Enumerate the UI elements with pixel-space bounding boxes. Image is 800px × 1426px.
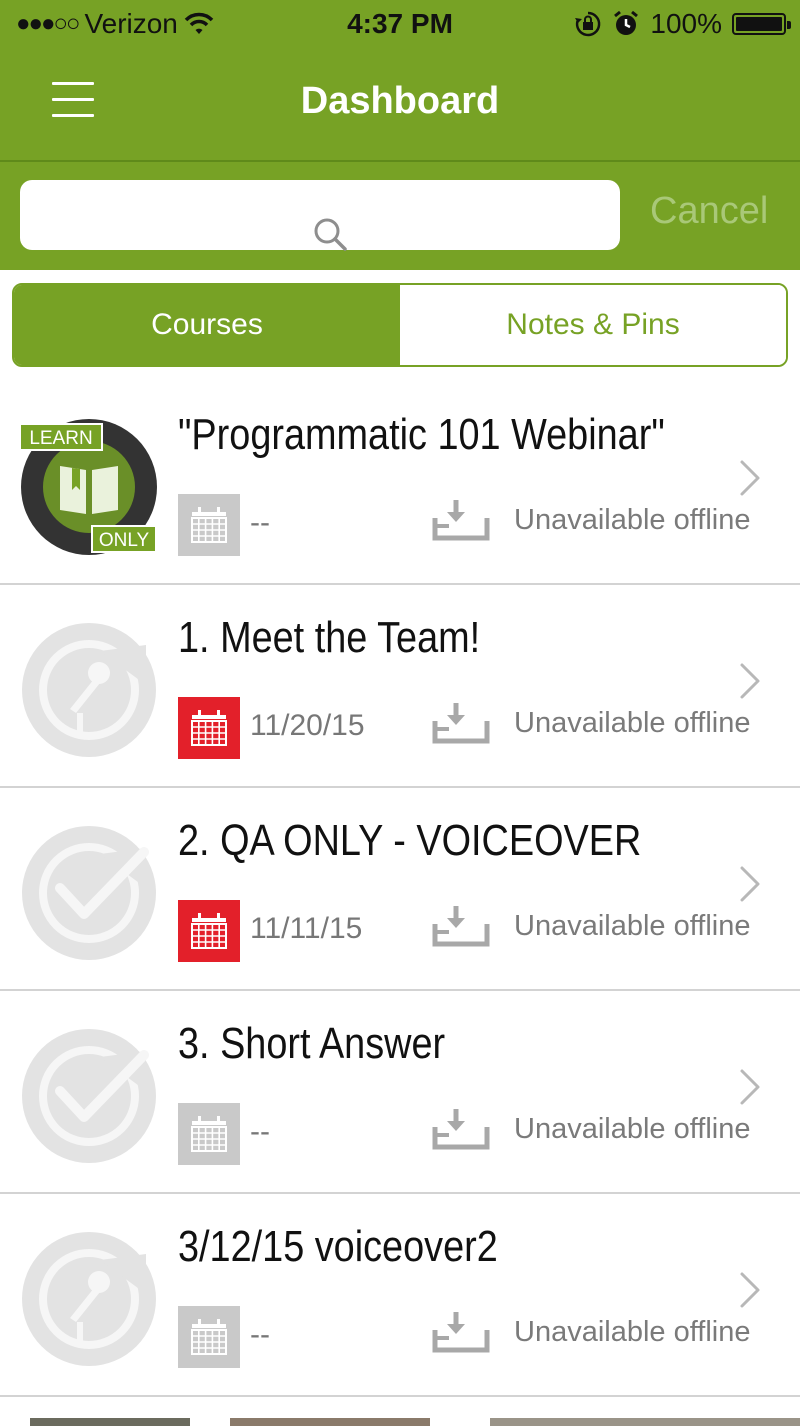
alarm-clock-icon <box>614 10 639 35</box>
download-icon[interactable] <box>432 701 492 745</box>
chevron-right-icon <box>740 1069 760 1105</box>
calendar-icon <box>178 1103 240 1165</box>
next-row-peek <box>0 1418 800 1426</box>
segmented-control: Courses Notes & Pins <box>12 283 788 367</box>
course-title: 3/12/15 voiceover2 <box>178 1222 498 1271</box>
search-icon <box>314 218 347 251</box>
calendar-icon <box>178 1306 240 1368</box>
course-title: 3. Short Answer <box>178 1019 446 1068</box>
chevron-right-icon <box>740 460 760 496</box>
download-icon[interactable] <box>432 1310 492 1354</box>
course-date: -- <box>250 506 270 539</box>
download-icon[interactable] <box>432 498 492 542</box>
list-item[interactable]: 3. Short Answer -- Unavailable offline <box>0 991 800 1194</box>
navigation-bar: Dashboard <box>0 52 800 162</box>
cancel-button[interactable]: Cancel <box>650 190 768 233</box>
course-date: -- <box>250 1318 270 1351</box>
status-bar: ●●●○○ Verizon 4:37 PM 100% <box>0 0 800 52</box>
list-item[interactable]: 3/12/15 voiceover2 -- Unavailable offlin… <box>0 1194 800 1397</box>
calendar-icon <box>178 697 240 759</box>
microphone-course-icon <box>22 1232 156 1366</box>
chevron-right-icon <box>740 663 760 699</box>
chevron-right-icon <box>740 866 760 902</box>
list-item[interactable]: LEARN ONLY "Programmatic 101 Webinar" --… <box>0 382 800 585</box>
offline-status: Unavailable offline <box>514 707 751 739</box>
search-bar: Cancel <box>0 162 800 270</box>
rotation-lock-icon <box>575 11 601 37</box>
chevron-right-icon <box>740 1272 760 1308</box>
offline-status: Unavailable offline <box>514 1113 751 1145</box>
battery-icon <box>732 13 791 35</box>
course-date: 11/11/15 <box>250 912 363 945</box>
download-icon[interactable] <box>432 1107 492 1151</box>
course-title: "Programmatic 101 Webinar" <box>178 410 665 459</box>
download-icon[interactable] <box>432 904 492 948</box>
microphone-course-icon <box>22 623 156 757</box>
svg-text:ONLY: ONLY <box>99 530 150 551</box>
offline-status: Unavailable offline <box>514 910 751 942</box>
search-input[interactable] <box>20 180 620 251</box>
tab-notes-pins[interactable]: Notes & Pins <box>400 285 786 365</box>
battery-percent: 100% <box>650 8 722 39</box>
offline-status: Unavailable offline <box>514 504 751 536</box>
course-date: 11/20/15 <box>250 709 365 742</box>
status-right: 100% <box>574 8 791 40</box>
offline-status: Unavailable offline <box>514 1316 751 1348</box>
course-date: -- <box>250 1115 270 1148</box>
calendar-icon <box>178 494 240 556</box>
calendar-icon <box>178 900 240 962</box>
list-item[interactable]: 2. QA ONLY - VOICEOVER 11/11/15 Unavaila… <box>0 788 800 991</box>
course-title: 2. QA ONLY - VOICEOVER <box>178 816 642 865</box>
course-title: 1. Meet the Team! <box>178 613 481 662</box>
checkmark-course-icon <box>22 1029 156 1163</box>
tab-courses[interactable]: Courses <box>14 285 400 365</box>
checkmark-course-icon <box>22 826 156 960</box>
list-item[interactable]: 1. Meet the Team! 11/20/15 Unavailable o… <box>0 585 800 788</box>
page-title: Dashboard <box>300 80 500 122</box>
svg-text:LEARN: LEARN <box>29 428 92 449</box>
learn-only-badge-icon: LEARN ONLY <box>20 419 157 555</box>
